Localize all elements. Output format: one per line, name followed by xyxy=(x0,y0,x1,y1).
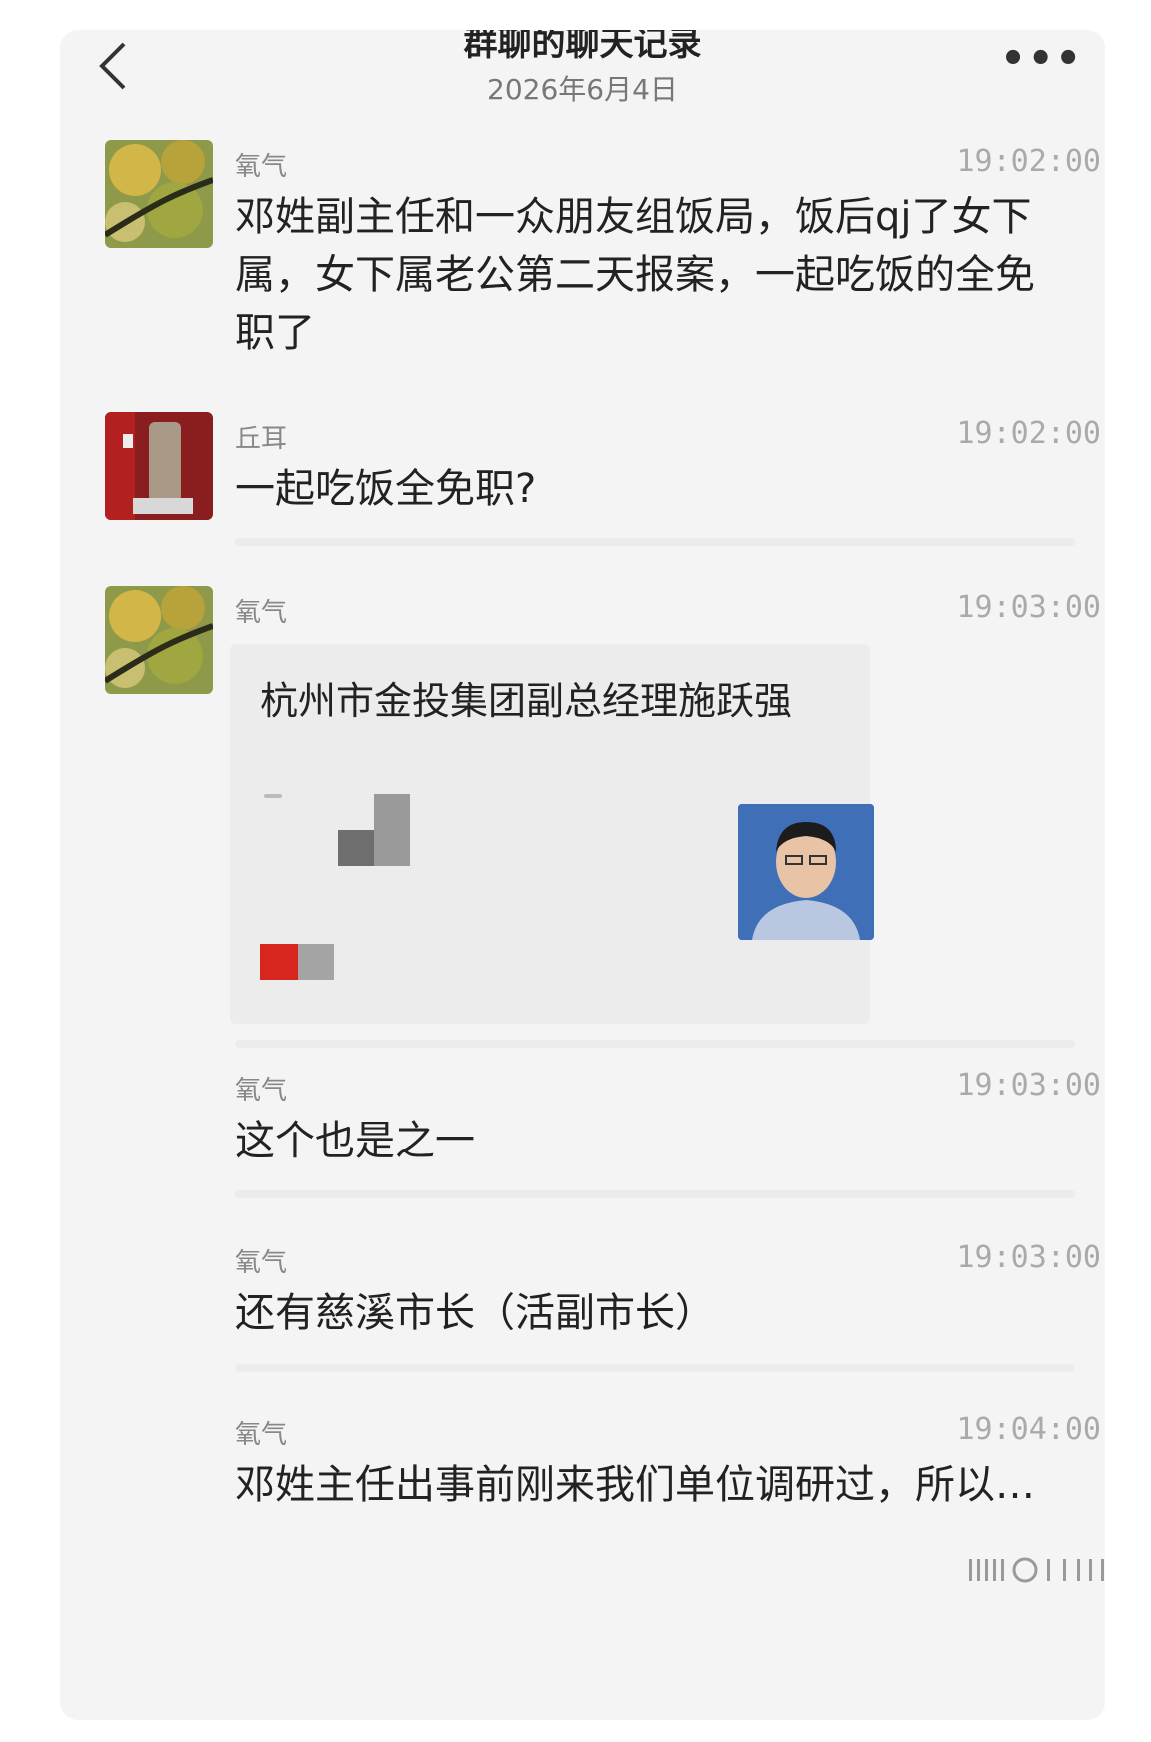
chat-history-screen: 群聊的聊天记录 2026年6月4日 ••• 氧气 19:02:00 邓姓副主任和… xyxy=(60,30,1105,1720)
sender-name: 丘耳 xyxy=(235,424,288,454)
header: 群聊的聊天记录 2026年6月4日 ••• xyxy=(60,30,1105,120)
message-text: 还有慈溪市长（活副市长） xyxy=(235,1290,715,1336)
message-time: 19:02:00 xyxy=(956,144,1102,179)
message-time: 19:02:00 xyxy=(956,416,1102,451)
avatar[interactable] xyxy=(105,586,213,694)
message-text: 这个也是之一 xyxy=(235,1118,475,1164)
message-text: 邓姓副主任和一众朋友组饭局，饭后qj了女下属，女下属老公第二天报案，一起吃饭的全… xyxy=(235,194,1035,356)
card-placeholder xyxy=(374,794,410,866)
card-placeholder xyxy=(298,944,334,980)
message-text: 一起吃饭全免职? xyxy=(235,466,537,512)
sender-name: 氧气 xyxy=(235,598,288,628)
message-time: 19:04:00 xyxy=(956,1412,1102,1447)
message-divider xyxy=(235,538,1075,546)
message-time: 19:03:00 xyxy=(956,590,1102,625)
page-title: 群聊的聊天记录 xyxy=(463,30,702,64)
sender-name: 氧气 xyxy=(235,1248,288,1278)
message-text: 邓姓主任出事前刚来我们单位调研过，所以… xyxy=(235,1462,1035,1508)
message-time: 19:03:00 xyxy=(956,1240,1102,1275)
message-divider xyxy=(235,1040,1075,1048)
card-placeholder xyxy=(260,944,298,980)
card-placeholder xyxy=(264,794,282,798)
card-title: 杭州市金投集团副总经理施跃强 xyxy=(260,679,793,723)
message-divider xyxy=(235,1364,1075,1372)
sender-name: 氧气 xyxy=(235,1076,288,1106)
chat-date: 2026年6月4日 xyxy=(487,73,678,106)
link-card[interactable]: 杭州市金投集团副总经理施跃强 xyxy=(230,644,874,1024)
message-divider xyxy=(235,1190,1075,1198)
more-icon[interactable]: ••• xyxy=(1000,36,1083,82)
sender-name: 氧气 xyxy=(235,1420,288,1450)
card-placeholder xyxy=(338,830,374,866)
watermark-icon xyxy=(969,1557,1104,1583)
card-thumbnail xyxy=(738,804,874,940)
avatar[interactable] xyxy=(105,140,213,248)
sender-name: 氧气 xyxy=(235,152,288,182)
avatar[interactable] xyxy=(105,412,213,520)
message-time: 19:03:00 xyxy=(956,1068,1102,1103)
